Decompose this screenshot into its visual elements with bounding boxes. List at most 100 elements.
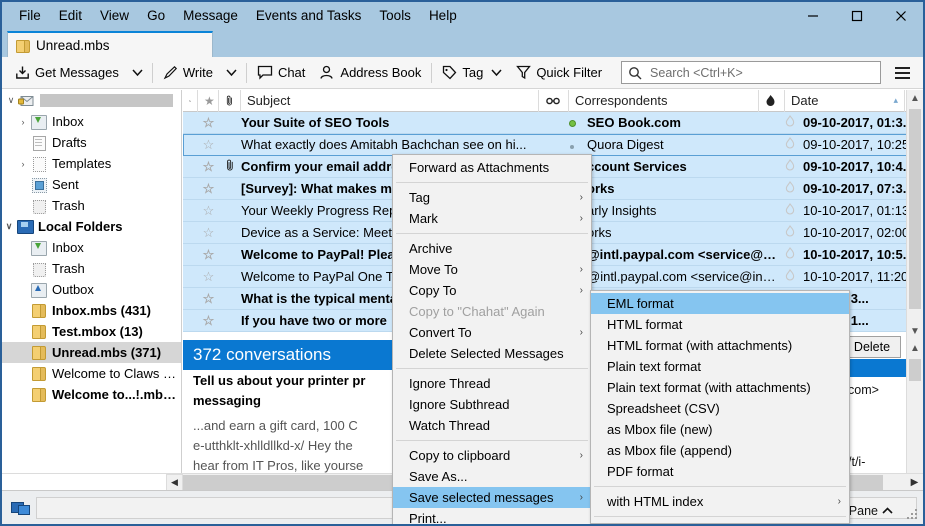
folder-item-welcome-to-mbox-1[interactable]: Welcome to...!.mbox (1)	[2, 384, 181, 405]
unread-indicator[interactable]	[557, 115, 587, 130]
menu-item-spreadsheet-csv[interactable]: Spreadsheet (CSV)	[591, 398, 849, 419]
star-toggle[interactable]: ☆	[198, 313, 219, 329]
junk-toggle[interactable]	[777, 225, 803, 240]
column-starred[interactable]: ★	[198, 90, 219, 112]
junk-toggle[interactable]	[777, 137, 803, 152]
menu-item-delete-selected-messages[interactable]: Delete Selected Messages	[393, 343, 591, 364]
menu-go[interactable]: Go	[138, 5, 174, 26]
column-thread[interactable]	[183, 90, 198, 112]
junk-toggle[interactable]	[777, 247, 803, 262]
menu-item-tag[interactable]: Tag ›	[393, 187, 591, 208]
menu-item-convert-to[interactable]: Convert To ›	[393, 322, 591, 343]
menu-item-archive[interactable]: Archive	[393, 238, 591, 259]
menu-view[interactable]: View	[91, 5, 138, 26]
resize-grip[interactable]	[907, 509, 919, 521]
star-toggle[interactable]: ☆	[198, 137, 219, 153]
twisty-icon[interactable]: ∨	[4, 95, 18, 106]
column-junk[interactable]	[759, 90, 785, 112]
get-messages-button[interactable]: Get Messages	[8, 60, 126, 86]
menu-item-print[interactable]: Print...	[393, 508, 591, 524]
star-toggle[interactable]: ☆	[198, 203, 219, 219]
junk-toggle[interactable]	[777, 159, 803, 174]
folder-item-inbox[interactable]: › Inbox	[2, 111, 181, 132]
menu-item-forward-as-attachments[interactable]: Forward as Attachments	[393, 157, 591, 178]
star-toggle[interactable]: ☆	[198, 181, 219, 197]
close-button[interactable]	[879, 2, 923, 29]
menu-item-eml-format[interactable]: EML format	[591, 293, 849, 314]
menu-edit[interactable]: Edit	[50, 5, 91, 26]
menu-item-ignore-subthread[interactable]: Ignore Subthread	[393, 394, 591, 415]
search-input[interactable]	[648, 64, 874, 81]
folder-item-trash[interactable]: Trash	[2, 195, 181, 216]
scroll-up-arrow[interactable]: ▲	[907, 90, 923, 107]
get-messages-dropdown[interactable]	[126, 60, 149, 86]
column-subject[interactable]: Subject	[241, 90, 539, 112]
tag-button[interactable]: Tag	[435, 60, 509, 86]
menu-item-pdf-format[interactable]: PDF format	[591, 461, 849, 482]
folder-pane[interactable]: ∨ › Inbox Drafts › Templates Sent Trash ∨ Local …	[2, 90, 182, 494]
preview-scrollbar-thumb[interactable]	[909, 359, 921, 381]
column-date[interactable]: Date ▴	[785, 90, 905, 112]
column-correspondents[interactable]: Correspondents	[569, 90, 759, 112]
menu-item-copy-to[interactable]: Copy To ›	[393, 280, 591, 301]
folder-item-drafts[interactable]: Drafts	[2, 132, 181, 153]
folder-item-outbox[interactable]: Outbox	[2, 279, 181, 300]
folder-item-templates[interactable]: › Templates	[2, 153, 181, 174]
folder-item-inbox-mbs-431[interactable]: Inbox.mbs (431)	[2, 300, 181, 321]
menu-item-plain-text-format-with-attachments[interactable]: Plain text format (with attachments)	[591, 377, 849, 398]
menu-item-move-to[interactable]: Move To ›	[393, 259, 591, 280]
chat-button[interactable]: Chat	[250, 60, 312, 86]
message-row[interactable]: ☆ Your Suite of SEO Tools SEO Book.com 09-1…	[183, 112, 923, 134]
unread-indicator[interactable]	[557, 137, 587, 152]
twisty-icon[interactable]: ∨	[2, 221, 16, 232]
folder-pane-hscrollbar[interactable]: ◀	[2, 473, 183, 491]
minimize-button[interactable]	[791, 2, 835, 29]
junk-toggle[interactable]	[777, 203, 803, 218]
menu-item-copy-to-clipboard[interactable]: Copy to clipboard ›	[393, 445, 591, 466]
folder-item-local-folders[interactable]: ∨ Local Folders	[2, 216, 181, 237]
menu-item-save-as[interactable]: Save As...	[393, 466, 591, 487]
menu-message[interactable]: Message	[174, 5, 247, 26]
write-dropdown[interactable]	[220, 60, 243, 86]
menu-item-plain-text-format[interactable]: Plain text format	[591, 356, 849, 377]
folder-item-test-mbox-13[interactable]: Test.mbox (13)	[2, 321, 181, 342]
column-unread[interactable]	[539, 90, 569, 112]
menu-item-save-selected-messages[interactable]: Save selected messages ›	[393, 487, 591, 508]
network-status-button[interactable]	[6, 496, 34, 520]
folder-hscroll-left-arrow[interactable]: ◀	[166, 473, 183, 491]
save-selected-messages-submenu[interactable]: EML format HTML format HTML format (with a…	[590, 290, 850, 524]
junk-toggle[interactable]	[777, 269, 803, 284]
twisty-icon[interactable]: ›	[16, 159, 30, 169]
search-box[interactable]	[621, 61, 881, 84]
menu-events-and-tasks[interactable]: Events and Tasks	[247, 5, 371, 26]
preview-scrollbar[interactable]: ▲ ▼	[906, 340, 923, 494]
folder-item-unread-mbs-371[interactable]: Unread.mbs (371)	[2, 342, 181, 363]
preview-scroll-up-arrow[interactable]: ▲	[907, 340, 923, 357]
quick-filter-button[interactable]: Quick Filter	[509, 60, 609, 86]
message-row[interactable]: ☆ What exactly does Amitabh Bachchan see …	[183, 134, 923, 156]
column-attachment[interactable]	[219, 90, 241, 112]
menu-item-ignore-thread[interactable]: Ignore Thread	[393, 373, 591, 394]
folder-item-inbox[interactable]: Inbox	[2, 237, 181, 258]
scroll-down-arrow[interactable]: ▼	[907, 323, 923, 340]
account-header-row[interactable]: ∨	[2, 90, 181, 111]
maximize-button[interactable]	[835, 2, 879, 29]
star-toggle[interactable]: ☆	[198, 225, 219, 241]
message-list-scrollbar[interactable]: ▲ ▼	[906, 90, 923, 340]
star-toggle[interactable]: ☆	[198, 291, 219, 307]
menu-item-mark[interactable]: Mark ›	[393, 208, 591, 229]
menu-item-as-mbox-file-append[interactable]: as Mbox file (append)	[591, 440, 849, 461]
menu-item-as-mbox-file-new[interactable]: as Mbox file (new)	[591, 419, 849, 440]
folder-item-sent[interactable]: Sent	[2, 174, 181, 195]
scrollbar-thumb[interactable]	[909, 109, 921, 309]
folder-item-trash[interactable]: Trash	[2, 258, 181, 279]
menu-item-with-html-index[interactable]: with HTML index ›	[591, 491, 849, 512]
menu-help[interactable]: Help	[420, 5, 466, 26]
menu-item-watch-thread[interactable]: Watch Thread	[393, 415, 591, 436]
tab-unread-mbs[interactable]: Unread.mbs	[7, 31, 213, 57]
menu-item-html-format[interactable]: HTML format	[591, 314, 849, 335]
star-toggle[interactable]: ☆	[198, 159, 219, 175]
preview-hscroll-right-arrow[interactable]: ▶	[906, 474, 923, 491]
menu-item-html-format-with-attachments[interactable]: HTML format (with attachments)	[591, 335, 849, 356]
app-menu-button[interactable]	[889, 60, 915, 86]
